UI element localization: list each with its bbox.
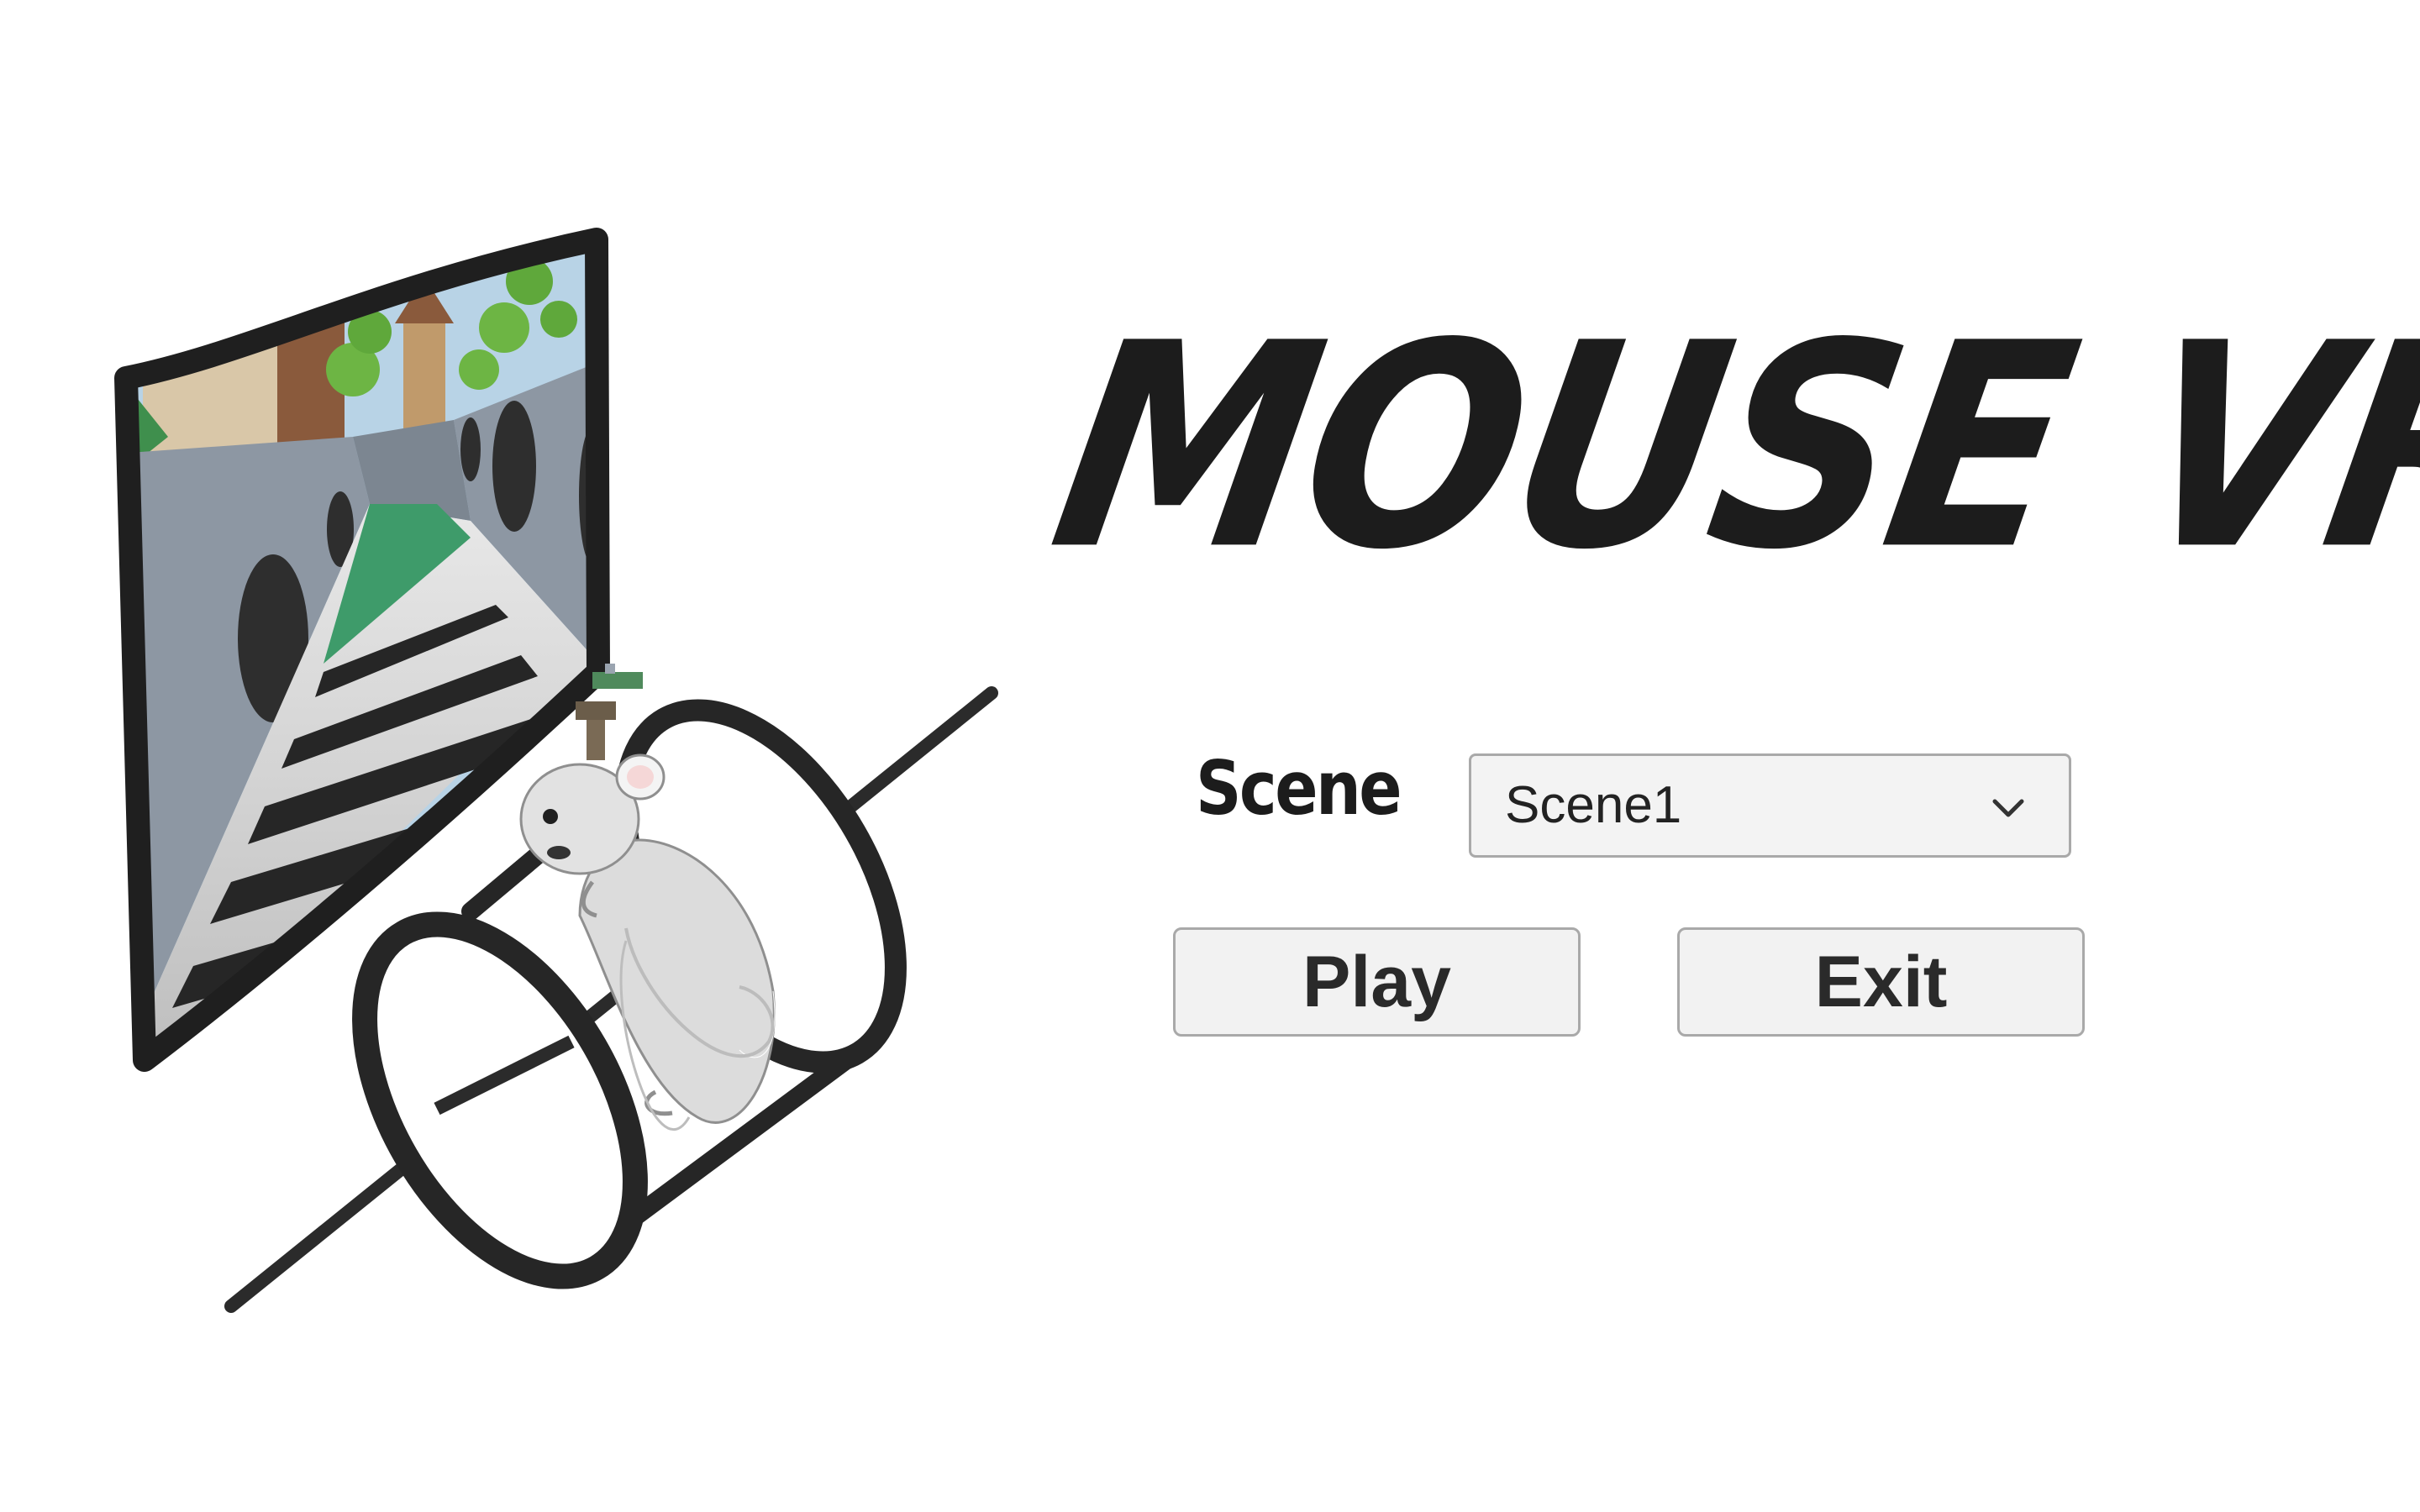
- exit-button[interactable]: Exit: [1677, 927, 2085, 1037]
- scene-dropdown[interactable]: Scene1: [1469, 753, 2071, 858]
- main-menu-screen: MOUSE VR Scene Scene1 Play Exit: [0, 0, 2420, 1512]
- chevron-down-icon: [1992, 799, 2024, 817]
- scene-dropdown-value: Scene1: [1505, 776, 1682, 834]
- mouse-vr-illustration: [114, 228, 998, 1313]
- scene-label: Scene: [1196, 745, 1402, 832]
- play-button[interactable]: Play: [1173, 927, 1581, 1037]
- app-title: MOUSE VR: [1034, 283, 2420, 612]
